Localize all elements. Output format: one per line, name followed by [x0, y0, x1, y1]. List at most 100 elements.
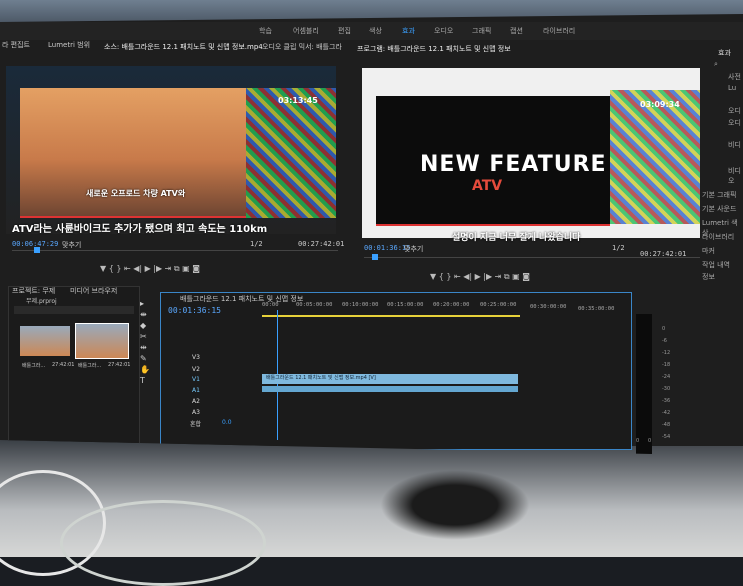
work-area-bar[interactable] [262, 315, 520, 317]
project-item-thumbnail[interactable] [75, 323, 129, 359]
effects-panel-title: 효과 [718, 49, 731, 57]
workspace-tab-assembly[interactable]: 어셈블리 [293, 26, 319, 36]
video-progress [376, 224, 610, 226]
ruler-tick: 00:00 [262, 302, 279, 308]
tab-media-browser[interactable]: 미디어 브라우저 [70, 286, 117, 296]
meter-tick: -36 [662, 398, 671, 404]
effects-item[interactable]: Lu [728, 84, 736, 92]
program-transport-controls[interactable]: ▼ { } ⇤ ◀| ▶ |▶ ⇥ ⧉ ▣ ◙ [430, 272, 530, 282]
tab-edit-left[interactable]: 라 편집트 [2, 40, 30, 50]
tab-audio-clip-mixer[interactable]: 오디오 클립 믹서: 배틀그라 [262, 42, 342, 52]
search-icon[interactable]: ⌕ [714, 60, 718, 69]
tab-lumetri-scopes[interactable]: Lumetri 범위 [48, 40, 90, 50]
source-scrubber[interactable] [12, 250, 338, 251]
overlay-caption: 새로운 오프로드 차량 ATV와 [86, 189, 186, 198]
video-progress [20, 216, 246, 218]
audio-meter [636, 314, 652, 454]
ruler-tick: 00:15:00:00 [387, 302, 424, 308]
project-item-duration: 27:42:01 [52, 362, 75, 368]
meter-tick: -12 [662, 350, 671, 356]
project-name: 무제.prproj [26, 298, 57, 305]
meter-tick: -30 [662, 386, 671, 392]
project-search-input[interactable] [14, 306, 134, 314]
program-scrubber[interactable] [364, 257, 700, 258]
track-label[interactable]: A3 [192, 409, 200, 416]
stream-chat-overlay [610, 90, 700, 224]
mix-volume[interactable]: 0.0 [222, 419, 232, 426]
subhead-text: ATV [472, 178, 503, 194]
ruler-tick: 00:35:00:00 [578, 306, 615, 312]
stream-timer: 03:09:34 [640, 100, 680, 109]
panel-essential-sound[interactable]: 기본 사운드 [702, 204, 736, 214]
source-subtitle: ATV라는 사륜바이크도 추가가 됐으며 최고 속도는 110km [12, 224, 268, 235]
track-label[interactable]: A2 [192, 398, 200, 405]
panel-info[interactable]: 정보 [702, 272, 715, 282]
ruler-tick: 00:10:00:00 [342, 302, 379, 308]
video-clip-label: 배틀그라운드 12.1 패치노트 및 신맵 정보.mp4 [V] [266, 375, 376, 381]
source-transport-controls[interactable]: ▼ { } ⇤ ◀| ▶ |▶ ⇥ ⧉ ▣ ◙ [100, 264, 200, 274]
source-playhead[interactable] [34, 247, 40, 253]
tab-project[interactable]: 프로젝트: 무제 [12, 286, 55, 296]
project-item-name: 배틀그라... [78, 363, 102, 369]
ruler-tick: 00:20:00:00 [433, 302, 470, 308]
panel-essential-graphics[interactable]: 기본 그래픽 [702, 190, 736, 200]
timeline-tab[interactable]: 배틀그라운드 12.1 패치노트 및 신맵 정보 [180, 294, 303, 304]
panel-markers[interactable]: 마커 [702, 246, 715, 256]
project-item-name: 배틀그라... [22, 363, 46, 369]
meter-bottom: 0 [648, 438, 652, 444]
timeline-timecode[interactable]: 00:01:36:15 [168, 306, 221, 315]
meter-tick: 0 [662, 326, 666, 332]
meter-tick: -18 [662, 362, 671, 368]
meter-tick: -54 [662, 434, 671, 440]
monitor-stand [380, 470, 530, 540]
track-label: 혼합 [190, 421, 202, 428]
track-label[interactable]: V1 [192, 376, 200, 383]
workspace-tab-learn[interactable]: 학습 [259, 26, 272, 36]
effects-item[interactable]: 오디 [728, 118, 741, 128]
panel-history[interactable]: 작업 내역 [702, 260, 730, 270]
tab-source[interactable]: 소스: 배틀그라운드 12.1 패치노트 및 신맵 정보.mp4 [104, 42, 263, 52]
program-fit-dropdown[interactable]: 맞추기 [404, 244, 423, 254]
program-monitor-video[interactable]: 03:09:34 NEW FEATURE ATV [362, 68, 700, 238]
source-fit-dropdown[interactable]: 맞추기 [62, 240, 81, 250]
ruler-tick: 00:30:00:00 [530, 304, 567, 310]
stream-chat-overlay [246, 88, 336, 218]
source-page: 1/2 [250, 240, 263, 248]
source-monitor-video[interactable]: 03:13:45 새로운 오프로드 차량 ATV와 [6, 66, 336, 234]
ruler-tick: 00:05:00:00 [296, 302, 333, 308]
monitor-screen: 학습 어셈블리 편집 색상 효과 오디오 그래픽 캡션 라이브러리 라 편집트 … [0, 14, 743, 454]
program-page: 1/2 [612, 244, 625, 252]
workspace-tab-audio[interactable]: 오디오 [434, 26, 453, 36]
workspace-tab-captions[interactable]: 캡션 [510, 26, 523, 36]
track-label[interactable]: A1 [192, 387, 200, 394]
workspace-tab-edit[interactable]: 편집 [338, 26, 351, 36]
effects-item[interactable]: 오디 [728, 106, 741, 116]
project-item-duration: 27:42:01 [108, 362, 131, 368]
tab-program[interactable]: 프로그램: 배틀그라운드 12.1 패치노트 및 신맵 정보 [357, 44, 511, 54]
meter-tick: -48 [662, 422, 671, 428]
workspace-tab-color[interactable]: 색상 [369, 26, 382, 36]
effects-item[interactable]: 비디오 [728, 166, 743, 186]
workspace-tab-effects[interactable]: 효과 [402, 26, 415, 36]
ruler-tick: 00:25:00:00 [480, 302, 517, 308]
program-playhead[interactable] [372, 254, 378, 260]
meter-tick: -42 [662, 410, 671, 416]
program-subtitle: 설명이 지금 너무 잘게 나왔습니다 [452, 233, 581, 243]
workspace-tab-graphics[interactable]: 그래픽 [472, 26, 491, 36]
meter-tick: -6 [662, 338, 667, 344]
panel-libraries[interactable]: 라이브러리 [702, 232, 734, 242]
meter-bottom: 0 [636, 438, 640, 444]
project-item-thumbnail[interactable] [20, 326, 70, 356]
track-label[interactable]: V3 [192, 354, 200, 361]
effects-item[interactable]: 사전 [728, 72, 741, 82]
effects-item[interactable]: 비디 [728, 140, 741, 150]
meter-tick: -24 [662, 374, 671, 380]
cable [60, 500, 266, 586]
audio-clip[interactable] [262, 386, 518, 392]
tools-panel[interactable]: ▸ ⇼ ◆ ✂ ⇹ ✎ ✋ T [140, 298, 152, 398]
stream-timer: 03:13:45 [278, 96, 318, 105]
workspace-tab-libraries[interactable]: 라이브러리 [543, 26, 575, 36]
source-duration: 00:27:42:01 [298, 240, 345, 248]
headline-text: NEW FEATURE [420, 152, 607, 177]
track-label[interactable]: V2 [192, 366, 200, 373]
